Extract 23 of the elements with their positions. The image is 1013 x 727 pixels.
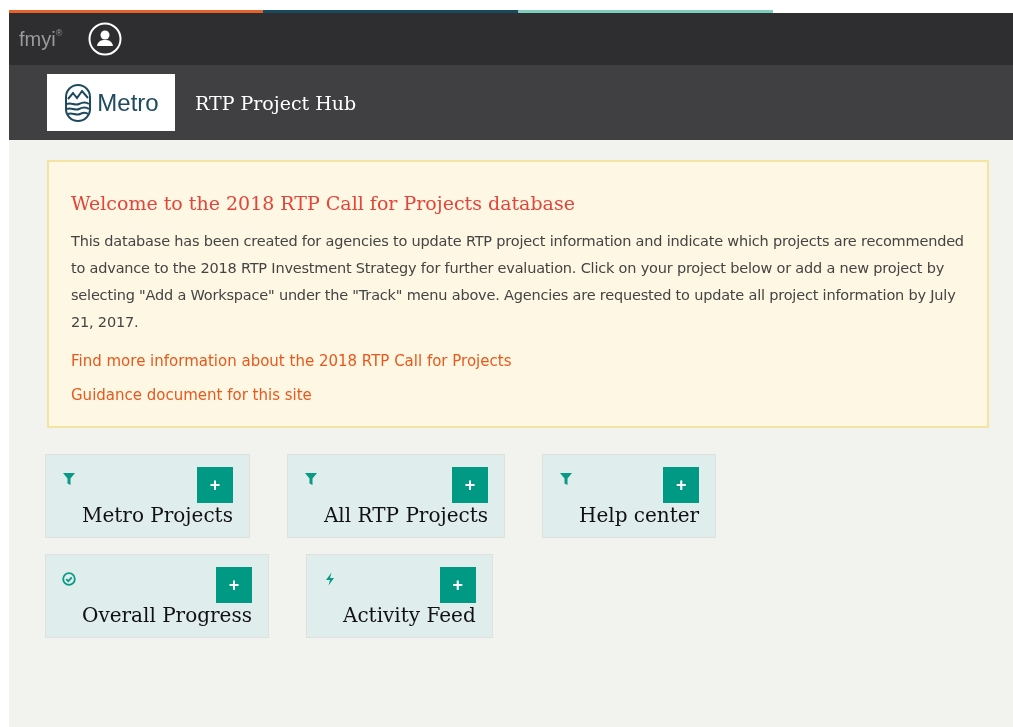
widget-title[interactable]: Metro Projects [82, 503, 233, 527]
page-title: RTP Project Hub [195, 91, 357, 114]
add-button[interactable]: + [196, 467, 233, 503]
add-button[interactable]: + [439, 567, 476, 603]
widget-title[interactable]: All RTP Projects [323, 503, 488, 527]
user-icon[interactable] [88, 22, 123, 56]
filter-icon [62, 472, 76, 486]
add-button[interactable]: + [215, 567, 252, 603]
welcome-heading: Welcome to the 2018 RTP Call for Projects database [71, 192, 576, 214]
mountain-river-icon [63, 82, 94, 123]
welcome-text: This database has been created for agencies to update RTP project information and indicate which projects are recommended to advance to the 2018 RTP Investment Strategy for further evaluation. Click on your project below or add a new project by selecting "Add a Workspace" under the "Track" menu above. Agencies are requested to update all project information by July 21, 2017. [71, 232, 965, 332]
filter-icon [559, 472, 573, 486]
check-circle-icon [62, 572, 76, 586]
info-link[interactable]: Guidance document for this site [71, 386, 965, 404]
logo-text: Metro [97, 88, 159, 117]
brand-logo[interactable]: fmyi$^{®}$ [19, 27, 63, 51]
widget-title[interactable]: Activity Feed [342, 603, 476, 627]
widget-title[interactable]: Help center [579, 503, 700, 527]
info-link[interactable]: Find more information about the 2018 RTP Call for Projects [71, 352, 965, 370]
widget-title[interactable]: Overall Progress [82, 603, 252, 627]
add-button[interactable]: + [452, 467, 488, 503]
add-button[interactable]: + [663, 467, 700, 503]
filter-icon [303, 472, 318, 486]
